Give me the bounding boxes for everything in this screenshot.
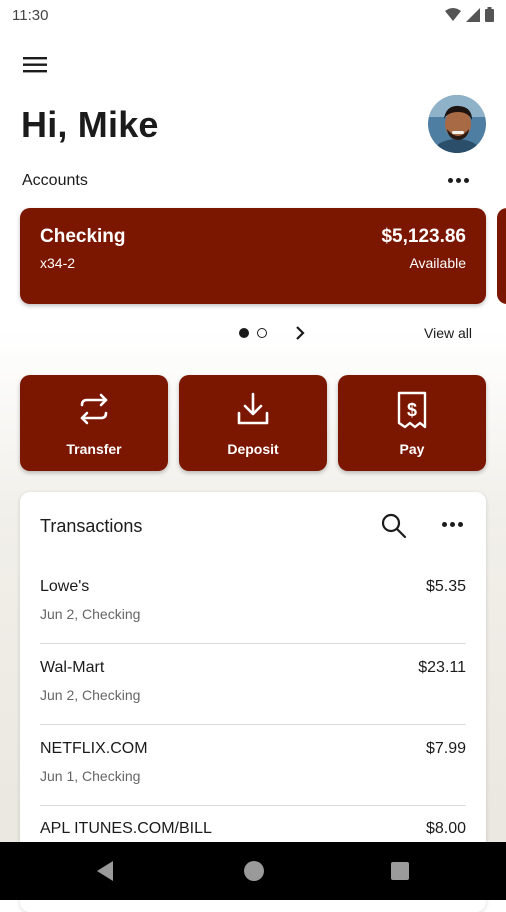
pager-dot-active[interactable] (239, 328, 249, 338)
home-button[interactable] (241, 858, 267, 884)
menu-button[interactable] (16, 48, 54, 82)
pager-dot[interactable] (257, 328, 267, 338)
hamburger-menu-icon (23, 57, 47, 73)
battery-icon (485, 7, 494, 22)
home-circle-icon (244, 861, 264, 881)
user-avatar-image (428, 95, 486, 153)
account-balance: $5,123.86 (381, 226, 466, 247)
next-account-card-peek[interactable] (497, 208, 506, 304)
transfer-button[interactable]: Transfer (20, 375, 168, 471)
accounts-more-button[interactable] (448, 178, 469, 183)
page-title: Hi, Mike (21, 104, 159, 145)
account-number: x34-2 (40, 255, 76, 271)
more-dot (450, 522, 455, 527)
transaction-amount: $7.99 (425, 740, 466, 757)
transaction-row[interactable]: Lowe's Jun 2, Checking $5.35 (40, 578, 466, 658)
deposit-icon (237, 392, 269, 425)
more-dot (464, 178, 469, 183)
system-nav-bar (0, 842, 506, 900)
transaction-amount: $8.00 (425, 820, 466, 837)
deposit-label: Deposit (227, 441, 279, 457)
recents-button[interactable] (387, 858, 413, 884)
transaction-merchant: NETFLIX.COM (40, 740, 148, 757)
divider (40, 805, 466, 806)
wifi-icon (445, 7, 461, 21)
recents-square-icon (391, 862, 409, 880)
transaction-merchant: Lowe's (40, 578, 90, 595)
account-name: Checking (40, 226, 126, 247)
transaction-meta: Jun 2, Checking (40, 606, 141, 622)
transactions-title: Transactions (40, 516, 143, 536)
more-dot (448, 178, 453, 183)
account-card-checking[interactable]: Checking x34-2 $5,123.86 Available (20, 208, 486, 304)
svg-text:$: $ (407, 400, 417, 420)
transaction-merchant: Wal-Mart (40, 659, 105, 676)
pay-label: Pay (399, 441, 425, 457)
more-dot (456, 178, 461, 183)
back-triangle-icon (97, 861, 113, 881)
divider (40, 643, 466, 644)
back-button[interactable] (93, 858, 119, 884)
more-dot (442, 522, 447, 527)
transaction-merchant: APL ITUNES.COM/BILL (40, 820, 212, 837)
transactions-more-button[interactable] (442, 522, 463, 527)
pay-icon: $ (397, 391, 427, 429)
transaction-amount: $23.11 (418, 659, 466, 676)
next-account-button[interactable] (292, 325, 308, 341)
more-dot (458, 522, 463, 527)
deposit-button[interactable]: Deposit (179, 375, 327, 471)
balance-label: Available (409, 255, 466, 271)
transaction-meta: Jun 2, Checking (40, 687, 141, 703)
transaction-meta: Jun 1, Checking (40, 768, 141, 784)
transfer-label: Transfer (66, 441, 122, 457)
divider (40, 724, 466, 725)
chevron-right-icon (296, 326, 305, 340)
status-bar: 11:30 (0, 0, 506, 32)
transaction-row[interactable]: Wal-Mart Jun 2, Checking $23.11 (40, 659, 466, 739)
transaction-row[interactable]: NETFLIX.COM Jun 1, Checking $7.99 (40, 740, 466, 820)
transfer-icon (80, 393, 108, 425)
transactions-search-button[interactable] (380, 512, 408, 540)
search-icon (381, 513, 407, 539)
signal-icon (466, 7, 480, 22)
view-all-link[interactable]: View all (424, 325, 472, 341)
avatar[interactable] (428, 95, 486, 153)
pay-button[interactable]: $ Pay (338, 375, 486, 471)
transaction-amount: $5.35 (425, 578, 466, 595)
status-time: 11:30 (12, 7, 49, 24)
accounts-label: Accounts (22, 172, 88, 189)
